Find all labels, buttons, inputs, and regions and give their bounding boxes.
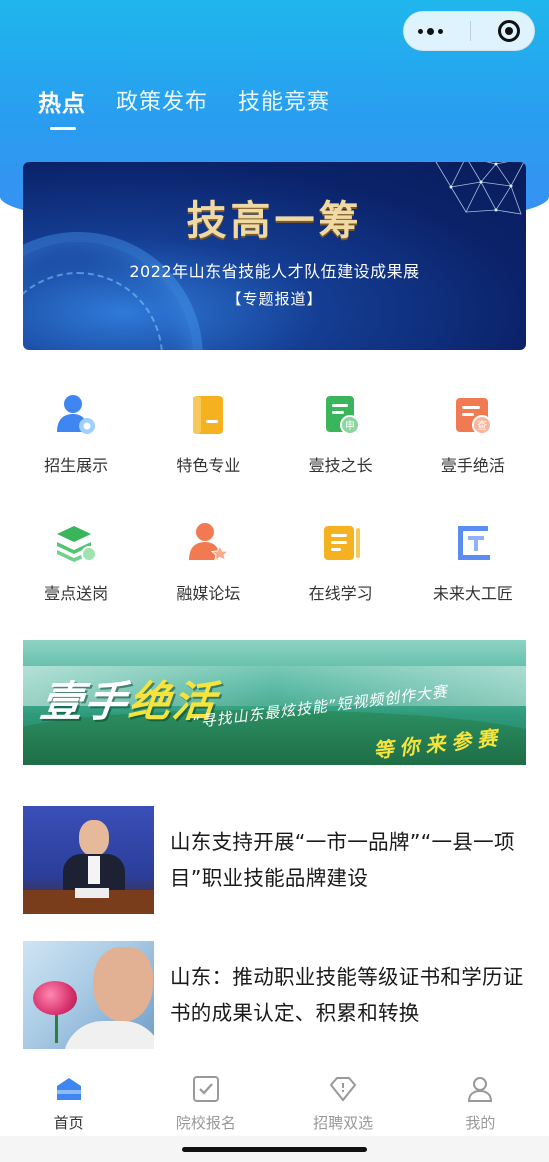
shortcut-label: 壹技之长 [308,456,373,475]
tabbar-label: 院校报名 [175,1114,236,1132]
shortcut-job-placement[interactable]: 壹点送岗 [10,520,142,604]
tab-competition[interactable]: 技能竞赛 [238,84,330,118]
shortcut-label: 壹手绝活 [440,456,505,475]
shortcut-label: 壹点送岗 [44,584,109,603]
layers-icon [57,526,98,562]
tabbar-label: 我的 [465,1114,496,1132]
promo-banner[interactable]: 壹手绝活 “寻找山东最炫技能”短视频创作大赛 等你来参赛 [23,640,526,765]
svg-text:申: 申 [345,419,355,432]
shortcut-future-craftsman[interactable]: 未来大工匠 [407,520,539,604]
shortcut-label: 在线学习 [308,584,373,603]
tabbar-label: 招聘双选 [313,1114,374,1132]
shortcut-grid: 招生展示 特色专业 申 壹技之长 查 壹手绝活 壹点送岗 融媒论坛 在线学习 未… [0,392,549,604]
tabbar-recruitment[interactable]: 招聘双选 [275,1066,412,1136]
notebook-icon [323,526,360,560]
tab-policy[interactable]: 政策发布 [116,84,208,118]
tabbar-home[interactable]: 首页 [0,1066,137,1136]
news-thumbnail [23,941,154,1049]
home-indicator-area [0,1136,549,1162]
svg-text:查: 查 [477,419,487,432]
user-icon [468,1077,493,1102]
top-tabs: 热点 政策发布 技能竞赛 [38,84,330,130]
tabbar-mine[interactable]: 我的 [412,1066,549,1136]
home-indicator [182,1147,367,1152]
craftsman-icon [457,526,490,560]
doc-seal-icon: 申 [325,396,360,435]
person-badge-icon [57,395,96,434]
shortcut-enrollment[interactable]: 招生展示 [10,392,142,476]
shortcut-media-forum[interactable]: 融媒论坛 [142,520,274,604]
promo-title-part1: 壹手 [38,677,132,726]
shortcut-unique-skill[interactable]: 查 壹手绝活 [407,392,539,476]
news-title: 山东支持开展“一市一品牌”“一县一项目”职业技能品牌建设 [170,830,515,890]
capsule-divider [469,21,471,41]
shortcut-label: 融媒论坛 [176,584,241,603]
bottom-tabbar: 首页 院校报名 招聘双选 我的 [0,1066,549,1136]
book-icon [193,396,224,434]
checkbox-icon [192,1076,219,1102]
tab-hot[interactable]: 热点 [38,84,86,130]
cert-icon: 查 [455,398,492,435]
shortcut-featured-major[interactable]: 特色专业 [142,392,274,476]
news-item[interactable]: 山东支持开展“一市一品牌”“一县一项目”职业技能品牌建设 [23,806,526,914]
more-dots-icon[interactable] [417,27,443,35]
news-item[interactable]: 山东：推动职业技能等级证书和学历证书的成果认定、积累和转换 [23,941,526,1049]
diamond-icon [329,1077,357,1102]
tabbar-label: 首页 [53,1114,84,1132]
shortcut-label: 招生展示 [44,456,109,475]
person-star-icon [189,523,230,562]
hero-banner[interactable]: 技高一筹 2022年山东省技能人才队伍建设成果展 【专题报道】 [23,162,526,350]
target-circle-icon[interactable] [498,20,521,42]
shortcut-online-learning[interactable]: 在线学习 [275,520,407,604]
shortcut-label: 未来大工匠 [432,584,513,603]
hero-subtitle: 2022年山东省技能人才队伍建设成果展 [129,262,420,281]
news-thumbnail [23,806,154,914]
home-icon [56,1078,81,1100]
news-title: 山东：推动职业技能等级证书和学历证书的成果认定、积累和转换 [170,965,524,1025]
mini-program-capsule [403,11,535,51]
shortcut-label: 特色专业 [176,456,241,475]
hero-tag: 【专题报道】 [226,290,323,308]
shortcut-one-skill[interactable]: 申 壹技之长 [275,392,407,476]
hero-title: 技高一筹 [186,197,363,244]
tabbar-school-signup[interactable]: 院校报名 [137,1066,274,1136]
